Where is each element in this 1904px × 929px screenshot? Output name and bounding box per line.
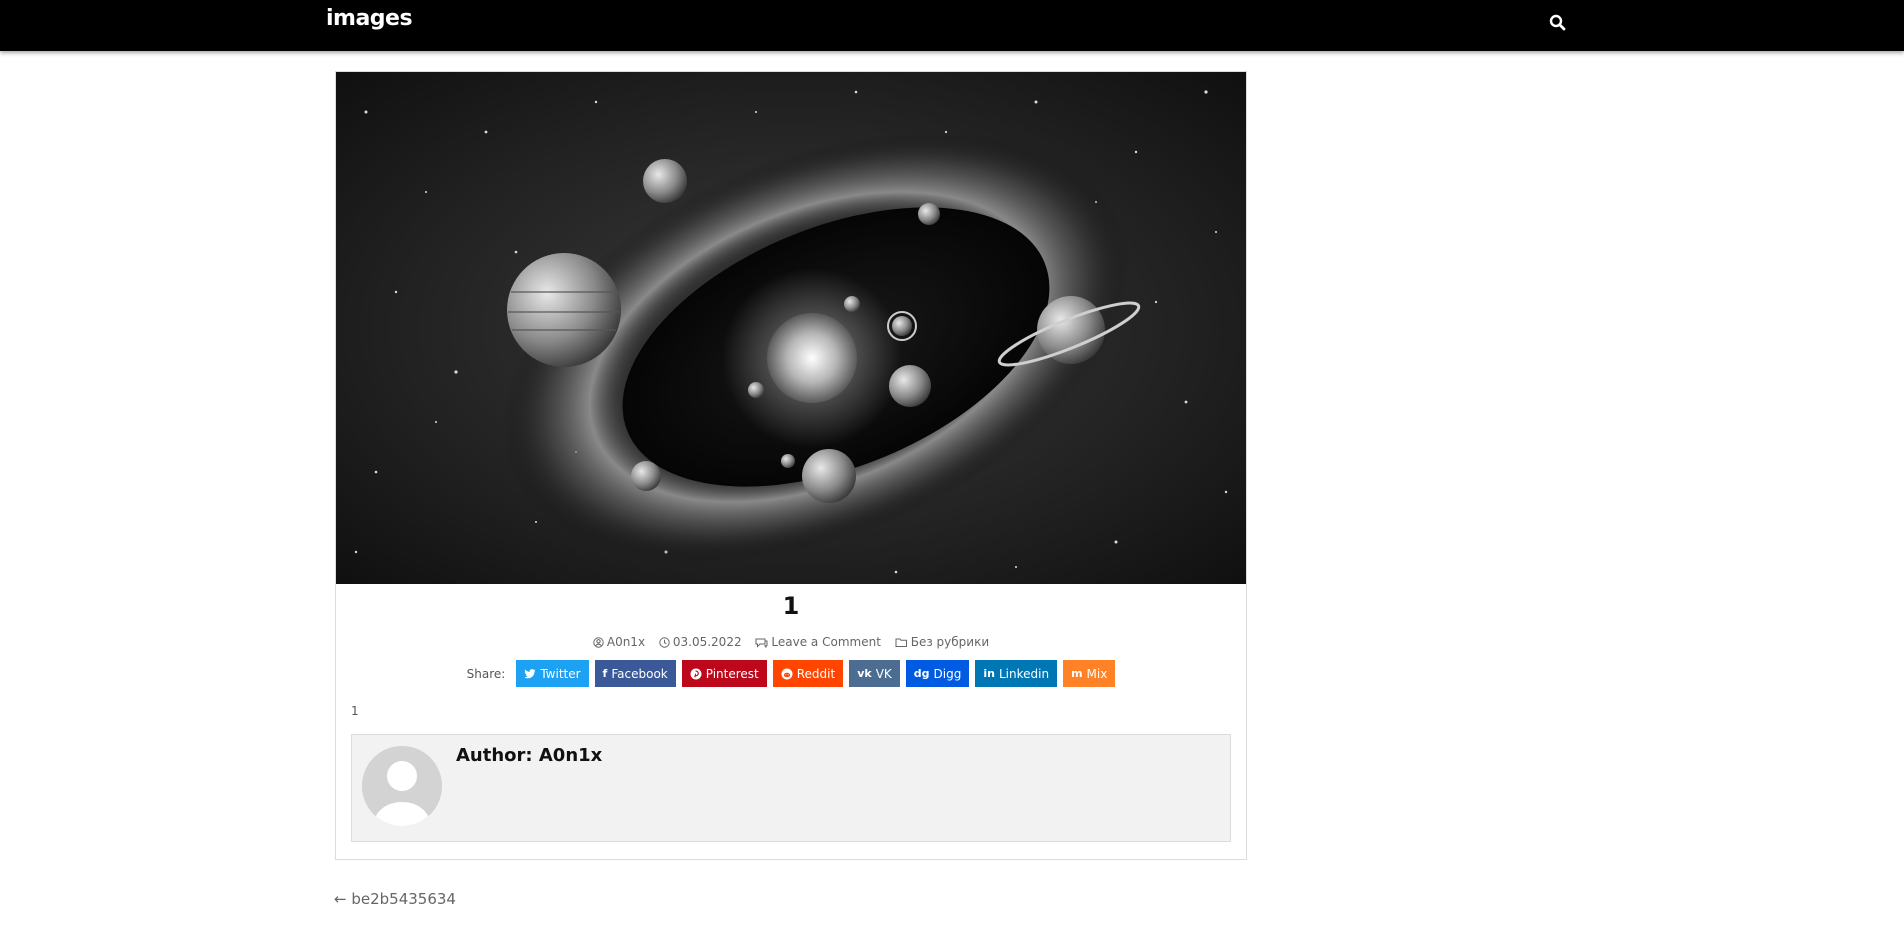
meta-date-value: 03.05.2022 <box>672 635 742 649</box>
post-title: 1 <box>782 592 800 620</box>
share-pinterest-button[interactable]: Pinterest <box>681 660 767 687</box>
meta-author-name: A0n1x <box>606 635 646 649</box>
search-icon[interactable] <box>1547 12 1569 34</box>
user-icon <box>593 636 604 648</box>
share-facebook-label: Facebook <box>611 666 668 681</box>
share-mix-button[interactable]: m Mix <box>1063 660 1116 687</box>
meta-date: 03.05.2022 <box>659 635 742 649</box>
meta-comments-link[interactable]: Leave a Comment <box>771 635 880 649</box>
post-card: 1 A0n1x 03.05.2022 Leave a Comment Без р… <box>335 71 1247 860</box>
share-bar: Share: Twitter f Facebook Pinterest Redd… <box>336 660 1246 687</box>
previous-post-link[interactable]: ← be2b5435634 <box>334 890 456 908</box>
clock-icon <box>659 636 670 648</box>
share-mix-label: Mix <box>1086 666 1108 681</box>
author-name[interactable]: Author: A0n1x <box>456 745 602 766</box>
digg-icon: dg <box>913 667 930 680</box>
meta-category-link[interactable]: Без рубрики <box>911 635 989 649</box>
share-linkedin-button[interactable]: in Linkedin <box>975 660 1058 687</box>
folder-icon <box>895 638 907 647</box>
share-reddit-button[interactable]: Reddit <box>772 660 844 687</box>
reddit-icon <box>781 668 793 679</box>
share-reddit-label: Reddit <box>796 666 836 681</box>
author-box: Author: A0n1x <box>351 734 1231 842</box>
post-meta: A0n1x 03.05.2022 Leave a Comment Без руб… <box>336 635 1246 651</box>
meta-category[interactable]: Без рубрики <box>895 635 989 649</box>
share-vk-label: VK <box>875 666 892 681</box>
share-digg-label: Digg <box>933 666 962 681</box>
top-navbar: images <box>0 0 1904 51</box>
vk-icon: vk <box>857 667 872 680</box>
share-linkedin-label: Linkedin <box>998 666 1050 681</box>
featured-image <box>336 72 1246 584</box>
share-vk-button[interactable]: vk VK <box>849 660 900 687</box>
meta-comments[interactable]: Leave a Comment <box>755 635 881 649</box>
meta-author[interactable]: A0n1x <box>593 635 645 649</box>
share-digg-button[interactable]: dg Digg <box>905 660 970 687</box>
twitter-icon <box>524 668 536 678</box>
mix-icon: m <box>1071 667 1083 680</box>
site-logo[interactable]: images <box>326 6 413 31</box>
share-twitter-label: Twitter <box>540 666 581 681</box>
pinterest-icon <box>690 668 702 679</box>
share-label: Share: <box>466 666 506 681</box>
avatar[interactable] <box>362 746 442 826</box>
comments-icon <box>755 638 768 648</box>
linkedin-icon: in <box>983 667 995 680</box>
post-body: 1 <box>351 704 359 718</box>
share-twitter-button[interactable]: Twitter <box>516 660 589 687</box>
facebook-icon: f <box>602 667 608 680</box>
user-placeholder-icon <box>362 746 442 826</box>
share-pinterest-label: Pinterest <box>705 666 759 681</box>
share-facebook-button[interactable]: f Facebook <box>594 660 676 687</box>
